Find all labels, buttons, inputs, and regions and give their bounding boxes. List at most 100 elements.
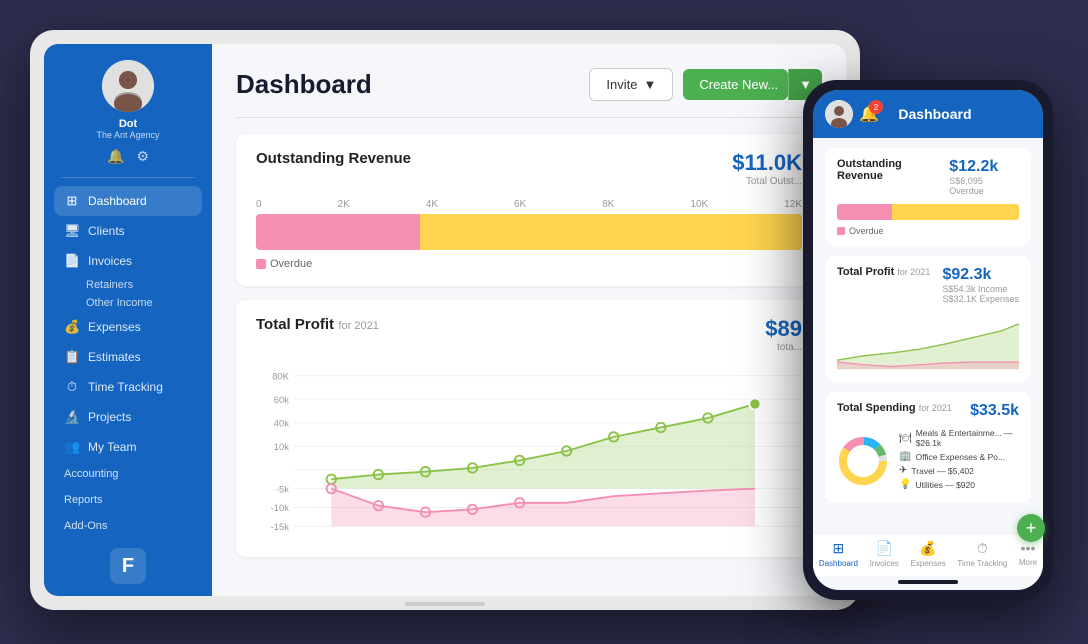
bar-outstanding [420,214,802,250]
tablet-home-indicator [405,602,485,606]
notification-badge: 2 [869,100,883,114]
profit-label: tota... [765,342,802,353]
tablet-inner: Dot The Ant Agency 🔔 ⚙ ⊞ Dashboard 🖥 Cli… [44,44,846,596]
phone-spending-value: $33.5k [970,402,1019,420]
team-icon: 👥 [64,439,80,455]
phone: 🔔 2 Dashboard Outstanding Revenue $12.2k… [803,80,1053,600]
phone-nav-dashboard[interactable]: ⊞ Dashboard [819,540,858,568]
page-title: Dashboard [236,69,372,100]
sidebar-item-add-ons[interactable]: Add-Ons [54,516,202,536]
phone-profit-expenses: S$32.1K Expenses [942,294,1019,304]
axis-label-0: 0 [256,199,262,210]
spending-item-office: 🏢 Office Expenses & Po... [899,451,1019,462]
main-content: ◀ Dashboard Invite ▼ Create New... [212,44,846,596]
sidebar-item-time-tracking[interactable]: ⏱ Time Tracking [54,372,202,402]
phone-spending-details: 🍽 Meals & Entertainme... — $26.1k 🏢 Offi… [837,428,1019,493]
sidebar-item-label-my-team: My Team [88,440,136,454]
phone-spending-title-text: Total Spending [837,402,916,414]
sidebar-item-retainers[interactable]: Retainers [86,276,202,294]
profit-card-header: Total Profit for 2021 $89 tota... [256,316,802,353]
phone-nav-expenses[interactable]: 💰 Expenses [911,540,946,568]
phone-bar-outstanding [892,204,1019,220]
fab-button[interactable]: + [1017,514,1043,542]
profit-value-group: $89 tota... [765,316,802,353]
create-label: Create New... [699,77,778,92]
phone-profit-value-group: $92.3k S$54.3k Income S$32.1K Expenses [942,266,1019,304]
settings-icon[interactable]: ⚙ [136,148,149,165]
phone-home-indicator [898,580,958,584]
profit-title-group: Total Profit for 2021 [256,316,379,334]
sidebar-item-label-estimates: Estimates [88,350,141,364]
sidebar-item-projects[interactable]: 🔬 Projects [54,402,202,432]
office-icon: 🏢 [899,451,911,462]
profit-value: $89 [765,316,802,342]
profit-card: Total Profit for 2021 $89 tota... [236,300,822,557]
scene: Dot The Ant Agency 🔔 ⚙ ⊞ Dashboard 🖥 Cli… [0,0,1088,644]
profit-chart-svg: 80K 60k 40k 10k -5k -10k -15k [256,361,802,541]
phone-nav-invoices-icon: 📄 [876,540,893,557]
sidebar-item-reports[interactable]: Reports [54,490,202,510]
phone-nav-time-tracking[interactable]: ⏱ Time Tracking [957,540,1007,568]
utilities-icon: 💡 [899,479,911,490]
sidebar-item-expenses[interactable]: 💰 Expenses [54,312,202,342]
phone-nav-time-label: Time Tracking [957,559,1007,568]
header-actions: Invite ▼ Create New... ▼ [589,68,822,101]
phone-profit-subtitle: for 2021 [897,267,930,277]
sidebar-user-name: Dot [119,118,137,130]
expenses-icon: 💰 [64,319,80,335]
dashboard-icon: ⊞ [64,193,80,209]
revenue-card-value: $11.0K [732,150,802,176]
stacked-bar [256,214,802,250]
create-new-button[interactable]: Create New... [683,69,788,100]
invite-button[interactable]: Invite ▼ [589,68,673,101]
phone-nav-more[interactable]: ••• More [1019,540,1037,568]
invoices-icon: 📄 [64,253,80,269]
svg-text:-10k: -10k [271,502,290,513]
notification-icon[interactable]: 🔔 [107,148,124,165]
phone-revenue-title: Outstanding Revenue [837,158,949,182]
clients-icon: 🖥 [64,223,80,239]
sidebar-item-dashboard[interactable]: ⊞ Dashboard [54,186,202,216]
sidebar-user-company: The Ant Agency [96,130,159,140]
axis-label-6k: 6K [514,199,526,210]
phone-revenue-legend: Overdue [837,226,1019,236]
spending-item-travel: ✈ Travel — $5,402 [899,465,1019,476]
phone-profit-income: S$54.3k Income [942,284,1019,294]
sidebar-item-invoices[interactable]: 📄 Invoices [54,246,202,276]
phone-revenue-bar [837,204,1019,220]
sidebar-divider [61,177,195,178]
phone-bar-overdue [837,204,892,220]
phone-nav-invoices[interactable]: 📄 Invoices [870,540,899,568]
sidebar-item-estimates[interactable]: 📋 Estimates [54,342,202,372]
phone-profit-title: Total Profit for 2021 [837,266,930,278]
bar-axis: 0 2K 4K 6K 8K 10K 12K [256,199,802,210]
phone-bottom-nav: ⊞ Dashboard 📄 Invoices 💰 Expenses ⏱ Time… [813,533,1043,576]
phone-profit-value: $92.3k [942,266,1019,284]
sidebar-item-accounting[interactable]: Accounting [54,464,202,484]
sidebar-item-other-income[interactable]: Other Income [86,294,202,312]
axis-label-12k: 12K [784,199,802,210]
revenue-card: Outstanding Revenue $11.0K Total Outst..… [236,134,822,286]
phone-profit-card-header: Total Profit for 2021 $92.3k S$54.3k Inc… [837,266,1019,304]
invite-chevron-icon: ▼ [643,77,656,92]
overdue-legend-label: Overdue [270,258,312,270]
sidebar-item-my-team[interactable]: 👥 My Team [54,432,202,462]
header-divider [236,117,822,118]
phone-notification-bell[interactable]: 🔔 2 [859,104,879,124]
profit-title: Total Profit [256,316,334,333]
svg-text:-15k: -15k [271,521,290,532]
revenue-card-header: Outstanding Revenue $11.0K Total Outst..… [256,150,802,187]
time-tracking-icon: ⏱ [64,379,80,395]
svg-text:-5k: -5k [276,483,289,494]
sidebar-bottom: Accounting Reports Add-Ons F [44,464,212,584]
phone-spending-title: Total Spending for 2021 [837,402,952,414]
profit-line-chart: 80K 60k 40k 10k -5k -10k -15k [256,361,802,541]
sidebar-item-clients[interactable]: 🖥 Clients [54,216,202,246]
phone-nav-expenses-label: Expenses [911,559,946,568]
avatar [102,60,154,112]
app-logo: F [110,548,146,584]
phone-nav-more-label: More [1019,558,1037,567]
sidebar-item-label-clients: Clients [88,224,125,238]
axis-label-8k: 8K [602,199,614,210]
phone-spending-subtitle: for 2021 [919,403,952,413]
